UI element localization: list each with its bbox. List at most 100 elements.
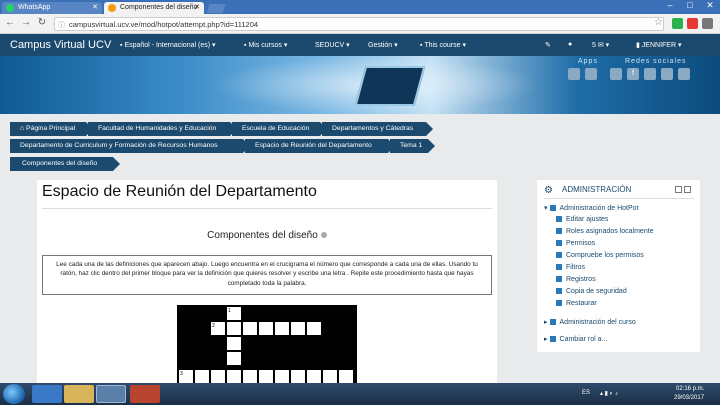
- new-tab-button[interactable]: [206, 4, 226, 13]
- language-menu[interactable]: ▪ Español - Internacional (es) ▾: [120, 41, 216, 49]
- page-title: Espacio de Reunión del Departamento: [42, 183, 317, 200]
- admin-hotpot-node[interactable]: ▾ Administración de HotPot: [544, 204, 639, 212]
- app-icon[interactable]: [130, 385, 160, 403]
- user-menu[interactable]: ▮ JENNIFER ▾: [636, 41, 682, 49]
- back-icon[interactable]: ←: [4, 17, 16, 28]
- crossword-cell[interactable]: [194, 369, 210, 384]
- crossword-cell[interactable]: [306, 321, 322, 336]
- sidebar-item-registros[interactable]: Registros: [556, 276, 596, 283]
- whatsapp-icon: [6, 4, 14, 12]
- crossword-cell[interactable]: [258, 321, 274, 336]
- mis-cursos-menu[interactable]: ▪ Mis cursos ▾: [244, 41, 287, 49]
- close-window-icon[interactable]: ✕: [700, 0, 720, 11]
- crossword-cell[interactable]: [226, 351, 242, 366]
- clock-date[interactable]: 29/03/2017: [674, 395, 704, 401]
- crossword-cell[interactable]: [274, 321, 290, 336]
- this-course-menu[interactable]: ▪ This course ▾: [420, 41, 466, 49]
- tray-icons[interactable]: ▴ ▮ ◐ ♪: [600, 390, 618, 397]
- crossword-cell[interactable]: [338, 369, 354, 384]
- gestion-menu[interactable]: Gestión ▾: [368, 41, 398, 49]
- crossword-cell[interactable]: [226, 321, 242, 336]
- crossword-grid: 1 2 3: [177, 305, 357, 387]
- tab-componentes[interactable]: Componentes del diseño ✕: [104, 2, 204, 14]
- instagram-icon[interactable]: [644, 68, 656, 80]
- crossword-cell[interactable]: [242, 369, 258, 384]
- breadcrumb-item[interactable]: Escuela de Educación: [232, 122, 327, 136]
- dock-block-icon[interactable]: [675, 186, 682, 193]
- file-explorer-icon[interactable]: [64, 385, 94, 403]
- seducv-menu[interactable]: SEDUCV ▾: [315, 41, 350, 49]
- crossword-cell[interactable]: [274, 369, 290, 384]
- gear-icon: ⚙: [544, 185, 553, 196]
- twitter-icon[interactable]: [610, 68, 622, 80]
- flickr-icon[interactable]: [678, 68, 690, 80]
- breadcrumb-item[interactable]: Espacio de Reunión del Departamento: [245, 139, 395, 153]
- crossword-cell[interactable]: [226, 336, 242, 351]
- minimize-icon[interactable]: –: [660, 0, 680, 10]
- breadcrumb-label: Facultad de Humanidades y Educación: [98, 125, 217, 132]
- close-tab-icon[interactable]: ✕: [194, 3, 200, 11]
- this-course-label: This course: [424, 42, 461, 49]
- apps-label: Apps: [578, 58, 598, 65]
- crossword-cell[interactable]: [226, 369, 242, 384]
- chrome-icon[interactable]: [96, 385, 126, 403]
- site-brand[interactable]: Campus Virtual UCV: [10, 39, 111, 51]
- crossword-cell[interactable]: 1: [226, 306, 242, 321]
- facebook-icon[interactable]: f: [627, 68, 639, 80]
- forward-icon[interactable]: →: [20, 17, 32, 28]
- messages-menu[interactable]: 5 ✉ ▾: [592, 41, 609, 49]
- extension-icon[interactable]: [687, 18, 698, 29]
- hide-block-icon[interactable]: [684, 186, 691, 193]
- sidebar-item-editar-ajustes[interactable]: Editar ajustes: [556, 216, 608, 223]
- edit-icon[interactable]: ✎: [545, 41, 551, 49]
- banner-laptop-image: [354, 66, 426, 106]
- sidebar-item-filtros[interactable]: Filtros: [556, 264, 585, 271]
- administration-block: ⚙ ADMINISTRACIÓN ▾ Administración de HotP…: [537, 180, 700, 352]
- breadcrumb-item[interactable]: Departamentos y Cátedras: [322, 122, 433, 136]
- crossword-cell[interactable]: [322, 369, 338, 384]
- crossword-cell[interactable]: 2: [210, 321, 226, 336]
- bookmark-star-icon[interactable]: ☆: [654, 17, 663, 28]
- notifications-icon[interactable]: ●: [568, 41, 572, 48]
- breadcrumb-item[interactable]: Facultad de Humanidades y Educación: [88, 122, 237, 136]
- maximize-icon[interactable]: □: [680, 0, 700, 10]
- node-label: Restaurar: [566, 300, 597, 307]
- internet-explorer-icon[interactable]: [32, 385, 62, 403]
- clue-number: 2: [212, 323, 215, 329]
- help-icon[interactable]: [320, 232, 327, 238]
- crossword-cell[interactable]: [290, 369, 306, 384]
- reload-icon[interactable]: ↻: [36, 17, 48, 28]
- crossword-cell[interactable]: [306, 369, 322, 384]
- info-icon: ⓘ: [58, 22, 65, 29]
- clue-number: 1: [228, 308, 231, 314]
- tab-whatsapp[interactable]: WhatsApp ✕: [2, 2, 102, 14]
- sidebar-item-permisos[interactable]: Permisos: [556, 240, 595, 247]
- crossword-cell[interactable]: [210, 369, 226, 384]
- start-button[interactable]: [3, 384, 25, 404]
- clock-time[interactable]: 02:16 p.m.: [676, 386, 704, 392]
- youtube-icon[interactable]: [661, 68, 673, 80]
- apple-icon[interactable]: [568, 68, 580, 80]
- switch-role-node[interactable]: ▸ Cambiar rol a...: [544, 335, 607, 343]
- admin-course-node[interactable]: ▸ Administración del curso: [544, 318, 636, 326]
- menu-icon[interactable]: [702, 18, 713, 29]
- crossword-cell[interactable]: [242, 321, 258, 336]
- breadcrumb-home[interactable]: ⌂ Página Principal: [10, 122, 93, 136]
- sidebar-item-compruebe[interactable]: Compruebe los permisos: [556, 252, 644, 259]
- extension-icon[interactable]: [672, 18, 683, 29]
- android-icon[interactable]: [585, 68, 597, 80]
- breadcrumb-label: Departamento de Curriculum y Formación d…: [20, 142, 218, 149]
- sidebar-item-roles[interactable]: Roles asignados localmente: [556, 228, 654, 235]
- language-indicator[interactable]: ES: [582, 390, 590, 396]
- crossword-cell[interactable]: [290, 321, 306, 336]
- breadcrumb-item[interactable]: Departamento de Curriculum y Formación d…: [10, 139, 250, 153]
- breadcrumb-item[interactable]: Tema 1: [390, 139, 435, 153]
- close-tab-icon[interactable]: ✕: [92, 3, 98, 11]
- sidebar-item-restaurar[interactable]: Restaurar: [556, 300, 597, 307]
- sidebar-item-copia[interactable]: Copia de seguridad: [556, 288, 627, 295]
- crossword-cell[interactable]: [258, 369, 274, 384]
- breadcrumb-label: Departamentos y Cátedras: [332, 125, 414, 132]
- url-input[interactable]: ⓘ campusvirtual.ucv.ve/mod/hotpot/attemp…: [54, 17, 664, 31]
- activity-title-text: Componentes del diseño: [207, 230, 318, 241]
- crossword-cell[interactable]: 3: [178, 369, 194, 384]
